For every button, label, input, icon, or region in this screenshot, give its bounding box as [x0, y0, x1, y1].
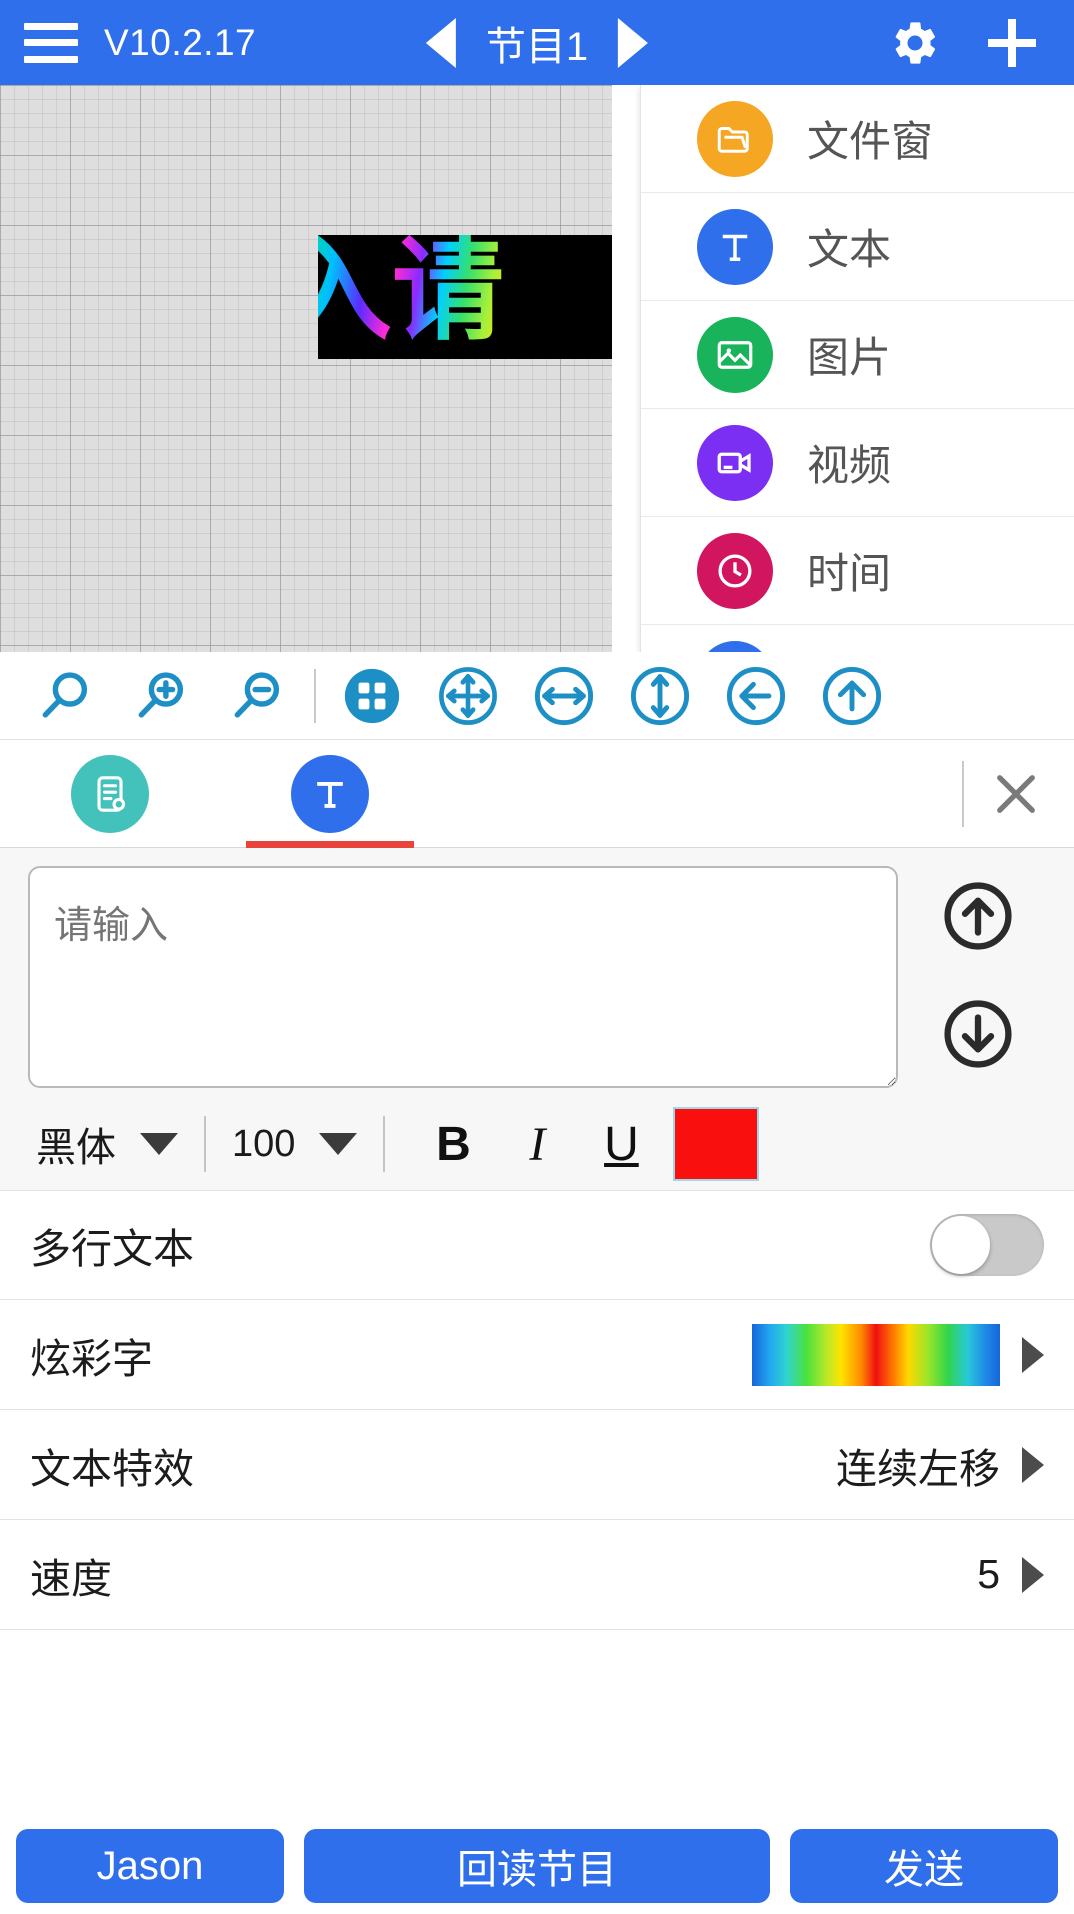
triangle-right-icon[interactable]	[618, 17, 649, 68]
document-settings-icon	[71, 754, 149, 833]
tab-program-settings[interactable]	[0, 740, 220, 848]
menu-item-label: 文件窗	[807, 118, 934, 165]
read-back-program-button[interactable]: 回读节目	[304, 1829, 770, 1903]
canvas-grid[interactable]	[0, 85, 612, 652]
grid-icon[interactable]	[324, 660, 420, 732]
app-version-label: V10.2.17	[104, 21, 257, 63]
setting-value: 连续左移	[836, 1445, 1000, 1492]
text-t-icon	[291, 754, 369, 833]
font-toolbar: 黑体 100 B I U	[0, 1098, 1074, 1190]
setting-row-text-effect[interactable]: 文本特效 连续左移	[0, 1410, 1074, 1520]
led-preview-text: 入请	[318, 235, 504, 353]
chevron-right-icon	[1022, 1446, 1044, 1483]
font-toolbar-divider	[204, 1116, 206, 1172]
menu-item-file-window[interactable]: 文件窗	[641, 85, 1074, 193]
font-family-value: 黑体	[36, 1126, 116, 1170]
setting-row-multiline[interactable]: 多行文本	[0, 1190, 1074, 1300]
setting-value: 5	[977, 1551, 1000, 1597]
setting-row-colorful-text[interactable]: 炫彩字	[0, 1300, 1074, 1410]
clock-icon	[697, 532, 773, 609]
layer-order-controls	[898, 866, 1058, 1088]
canvas-area[interactable]: 入请 文件窗 文本 图片 视频 时间	[0, 85, 1074, 652]
bold-button[interactable]: B	[411, 1117, 495, 1172]
setting-label: 速度	[30, 1555, 112, 1602]
arrow-left-icon[interactable]	[708, 660, 804, 732]
multiline-toggle[interactable]	[930, 1214, 1044, 1276]
menu-item-text[interactable]: 文本	[641, 193, 1074, 301]
text-settings-list: 多行文本 炫彩字 文本特效 连续左移 速度 5	[0, 1190, 1074, 1828]
text-t-icon	[697, 208, 773, 285]
move-all-icon[interactable]	[420, 660, 516, 732]
image-icon	[697, 316, 773, 393]
add-element-menu: 文件窗 文本 图片 视频 时间	[640, 85, 1074, 652]
toolbar-divider	[314, 668, 316, 723]
bottom-action-bar: Jason 回读节目 发送	[0, 1828, 1074, 1914]
chevron-right-icon	[1022, 1336, 1044, 1373]
chevron-down-icon	[319, 1133, 358, 1155]
font-size-select[interactable]: 100	[232, 1122, 358, 1166]
menu-item-label: 图片	[807, 334, 892, 381]
property-tabs	[0, 740, 1074, 848]
app-root: V10.2.17 节目1 入请 文件窗 文本 图片 视频 时间 请输入 黑体 1…	[0, 0, 1074, 1914]
chevron-down-icon	[140, 1133, 178, 1155]
text-editor-area	[0, 848, 1074, 1098]
font-toolbar-divider	[383, 1116, 386, 1172]
device-button[interactable]: Jason	[16, 1829, 284, 1903]
italic-button[interactable]: I	[495, 1117, 579, 1172]
tabs-trailing	[962, 760, 1046, 827]
text-color-swatch[interactable]	[673, 1107, 760, 1181]
menu-item-label: 视频	[807, 442, 892, 489]
gear-icon[interactable]	[890, 18, 940, 68]
close-x-icon[interactable]	[986, 764, 1046, 824]
triangle-left-icon[interactable]	[425, 17, 456, 68]
setting-label: 文本特效	[30, 1445, 194, 1492]
toggle-knob	[932, 1216, 990, 1274]
menu-item-label: 文本	[807, 226, 892, 273]
setting-control: 连续左移	[836, 1435, 1044, 1495]
folder-icon	[697, 100, 773, 177]
program-name-label: 节目1	[485, 24, 589, 69]
send-button[interactable]: 发送	[790, 1829, 1058, 1903]
arrow-up-icon[interactable]	[804, 660, 900, 732]
menu-item-video[interactable]: 视频	[641, 409, 1074, 517]
tabs-divider	[962, 760, 964, 827]
setting-label: 多行文本	[30, 1226, 194, 1272]
hamburger-icon[interactable]	[24, 22, 78, 63]
circle-arrow-down-icon[interactable]	[940, 996, 1016, 1072]
program-navigator: 节目1	[425, 14, 649, 72]
app-header: V10.2.17 节目1	[0, 0, 1074, 85]
menu-item-label: 时间	[807, 550, 892, 597]
resize-horizontal-icon[interactable]	[516, 660, 612, 732]
setting-control: 5	[977, 1551, 1044, 1598]
zoom-out-icon[interactable]	[210, 660, 306, 732]
resize-vertical-icon[interactable]	[612, 660, 708, 732]
canvas-toolbar	[0, 652, 1074, 740]
font-size-value: 100	[232, 1122, 296, 1165]
text-input[interactable]	[28, 866, 898, 1088]
setting-label: 炫彩字	[30, 1335, 153, 1382]
setting-control	[930, 1214, 1044, 1276]
chevron-right-icon	[1022, 1556, 1044, 1593]
underline-button[interactable]: U	[579, 1117, 663, 1172]
zoom-in-icon[interactable]	[114, 660, 210, 732]
header-actions	[890, 18, 1036, 68]
zoom-fit-icon[interactable]	[18, 660, 114, 732]
menu-item-image[interactable]: 图片	[641, 301, 1074, 409]
setting-row-speed[interactable]: 速度 5	[0, 1520, 1074, 1630]
video-icon	[697, 424, 773, 501]
rainbow-gradient-preview[interactable]	[752, 1323, 1000, 1386]
led-preview-panel[interactable]: 入请	[318, 235, 612, 359]
font-family-select[interactable]: 黑体	[36, 1115, 178, 1173]
setting-control	[752, 1323, 1044, 1386]
tab-text[interactable]	[220, 740, 440, 848]
plus-icon[interactable]	[988, 18, 1036, 67]
menu-item-time[interactable]: 时间	[641, 517, 1074, 625]
sound-icon	[697, 640, 773, 652]
circle-arrow-up-icon[interactable]	[940, 878, 1016, 954]
menu-item-sound[interactable]: 声音	[641, 625, 1074, 652]
